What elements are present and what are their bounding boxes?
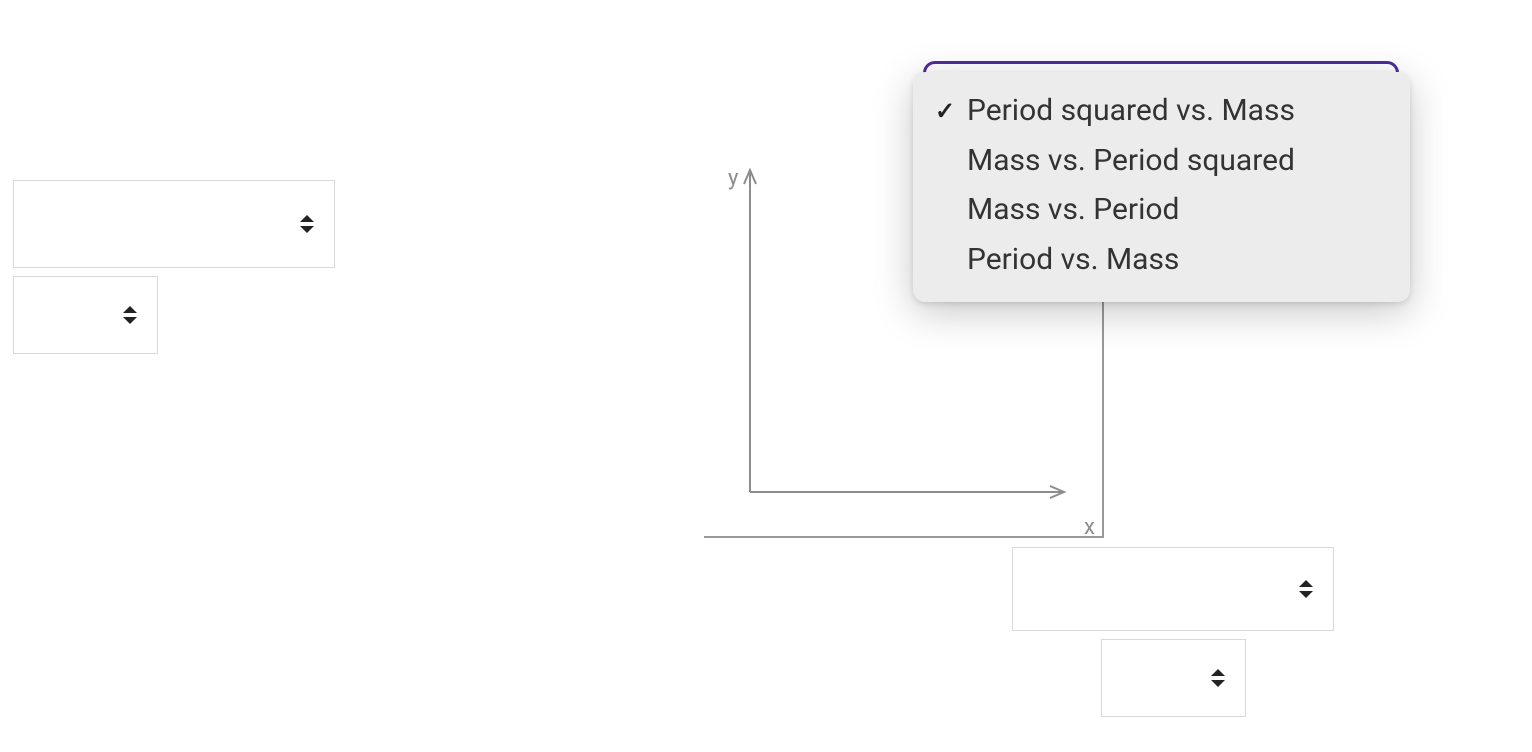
x-axis-label: x — [1084, 515, 1095, 538]
select-top-left-large[interactable] — [13, 180, 335, 268]
sort-arrows-icon — [300, 215, 314, 233]
dropdown-item-period-vs-mass[interactable]: Period vs. Mass — [913, 235, 1410, 285]
dropdown-item-label: Mass vs. Period squared — [967, 143, 1295, 178]
select-bottom-right-large[interactable] — [1012, 547, 1334, 631]
sort-arrows-icon — [123, 306, 137, 324]
dropdown-popup: ✓ Period squared vs. Mass Mass vs. Perio… — [913, 72, 1410, 302]
dropdown-item-label: Period vs. Mass — [967, 242, 1179, 277]
sort-arrows-icon — [1299, 580, 1313, 598]
dropdown-item-label: Mass vs. Period — [967, 192, 1179, 227]
dropdown-item-mass-vs-period[interactable]: Mass vs. Period — [913, 185, 1410, 235]
sort-arrows-icon — [1211, 669, 1225, 687]
dropdown-item-label: Period squared vs. Mass — [967, 93, 1295, 128]
select-bottom-right-small[interactable] — [1101, 639, 1246, 717]
y-axis-label: y — [728, 166, 739, 191]
select-top-left-small[interactable] — [13, 276, 158, 354]
dropdown-item-mass-vs-period-squared[interactable]: Mass vs. Period squared — [913, 136, 1410, 186]
dropdown-item-period-squared-vs-mass[interactable]: Period squared vs. Mass — [913, 86, 1410, 136]
